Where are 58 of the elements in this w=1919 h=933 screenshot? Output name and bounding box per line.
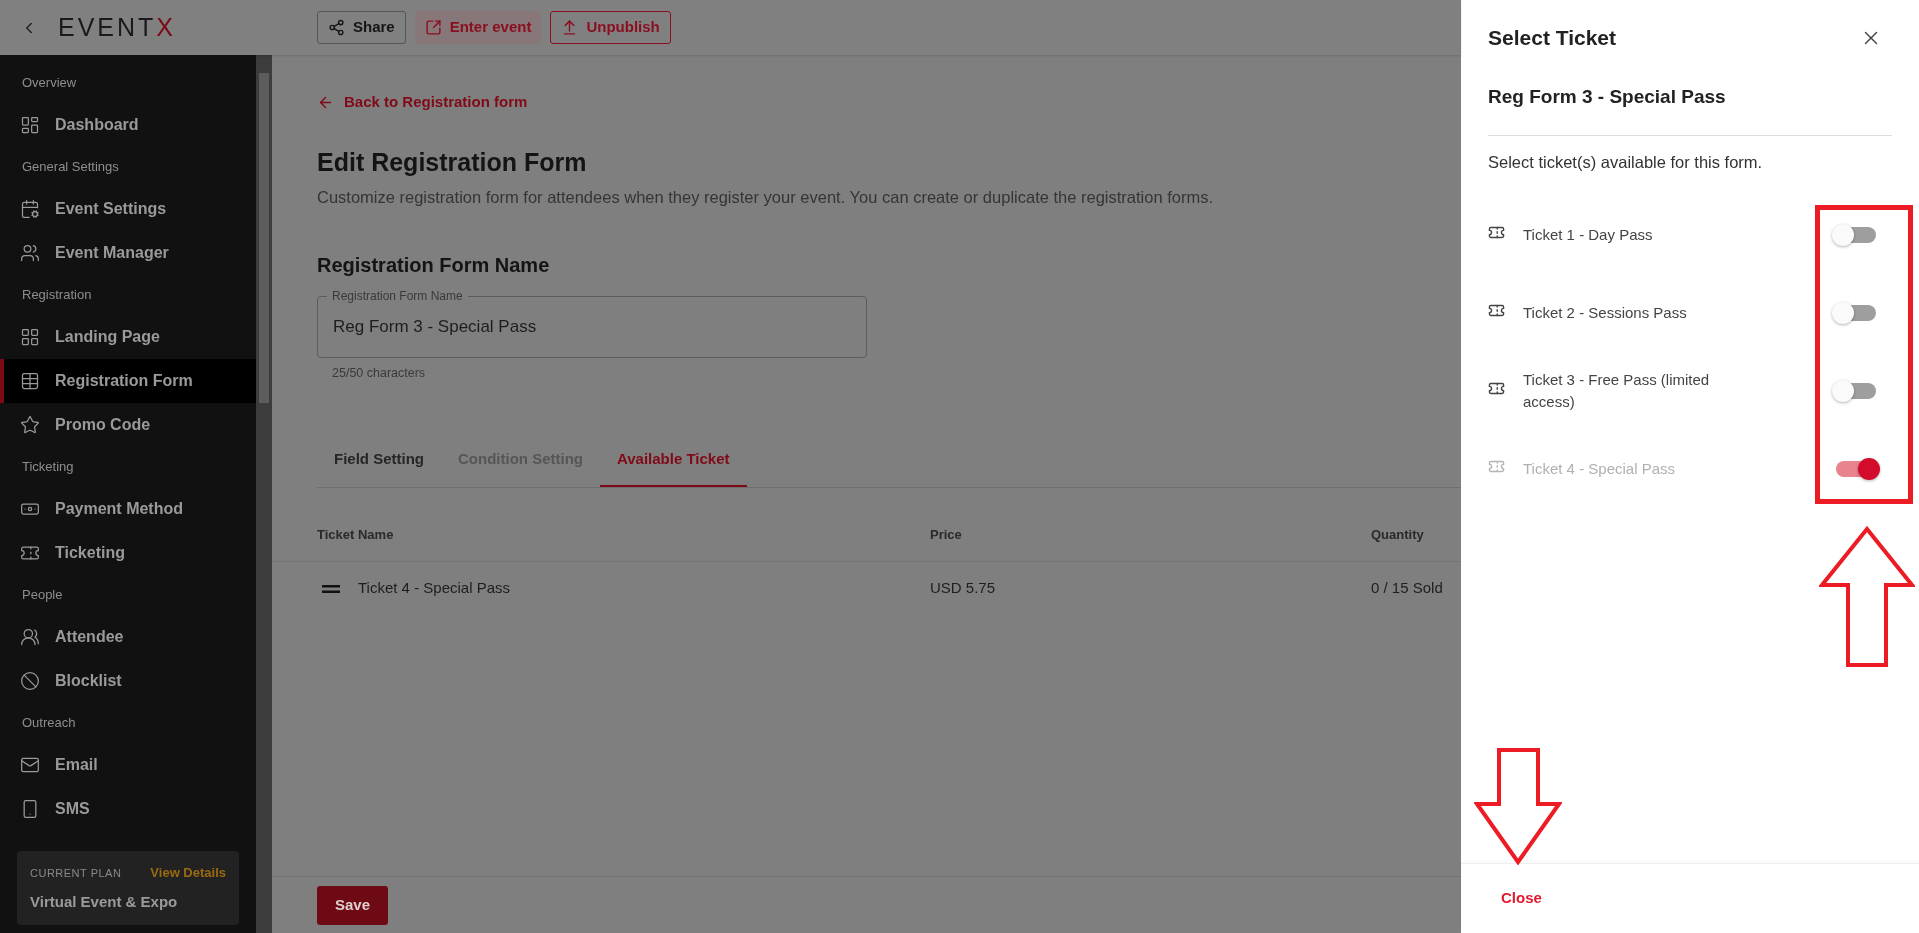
section-label: Ticketing xyxy=(22,458,74,477)
ban-icon xyxy=(20,671,40,691)
arrow-icon xyxy=(1819,526,1915,668)
section-label: General Settings xyxy=(22,158,119,177)
toolbar-icon xyxy=(424,19,442,36)
tab[interactable]: Field Setting xyxy=(317,434,441,487)
instruction-text: Select ticket(s) available for this form. xyxy=(1488,151,1763,173)
team-icon xyxy=(20,243,40,263)
table-cell-text: USD 5.75 xyxy=(930,578,996,599)
sidebar-item[interactable]: Dashboard xyxy=(0,103,256,147)
column-header: Price xyxy=(930,526,962,545)
column-header: Quantity xyxy=(1371,526,1424,545)
scrollbar[interactable] xyxy=(256,55,272,933)
mail-icon xyxy=(20,755,40,775)
ticket-name: Ticket 2 - Sessions Pass xyxy=(1523,303,1688,324)
section-title: Registration Form Name xyxy=(317,252,550,278)
people-icon xyxy=(20,627,40,647)
ticket-name: Ticket 3 - Free Pass (limited access) xyxy=(1523,370,1711,413)
grid-icon xyxy=(20,327,40,347)
section-label: Outreach xyxy=(22,714,76,733)
star-icon xyxy=(20,415,40,435)
sidebar-item[interactable]: SMS xyxy=(0,787,256,831)
ticket-name: Ticket 1 - Day Pass xyxy=(1523,225,1654,246)
dashboard-icon xyxy=(20,115,40,135)
plan-name: Virtual Event & Expo xyxy=(30,891,179,912)
sidebar-item[interactable]: Attendee xyxy=(0,615,256,659)
sidebar-item[interactable]: Landing Page xyxy=(0,315,256,359)
form-name: Reg Form 3 - Special Pass xyxy=(1488,85,1726,109)
sidebar-item[interactable]: Event Settings xyxy=(0,187,256,231)
character-counter: 25/50 characters xyxy=(332,364,426,382)
view-details-link[interactable]: View Details xyxy=(150,863,226,883)
section-label: Registration xyxy=(22,286,92,305)
table-cell-text: Ticket 4 - Special Pass xyxy=(358,578,510,599)
section-label: Overview xyxy=(22,74,77,93)
drag-handle-icon[interactable] xyxy=(322,584,340,593)
save-button[interactable]: Save xyxy=(317,885,389,925)
page-description: Customize registration form for attendees when they register your event. You can create or duplicate the registration forms. xyxy=(317,187,1214,208)
drawer-title: Select Ticket xyxy=(1488,24,1617,51)
toolbar-button[interactable]: Share xyxy=(317,11,406,44)
calendar-icon xyxy=(20,199,40,219)
close-button[interactable]: Close xyxy=(1501,887,1542,910)
sidebar-item[interactable]: Blocklist xyxy=(0,659,256,703)
logo: EVENTX xyxy=(58,15,177,40)
sidebar-item[interactable]: Registration Form xyxy=(0,359,256,403)
toolbar-icon xyxy=(328,19,345,36)
sidebar-item[interactable]: Event Manager xyxy=(0,231,256,275)
sidebar-item[interactable]: Promo Code xyxy=(0,403,256,447)
table-icon xyxy=(20,371,40,391)
sidebar-item[interactable]: Ticketing xyxy=(0,531,256,575)
sidebar-item[interactable]: Email xyxy=(0,743,256,787)
sidebar-item[interactable]: Payment Method xyxy=(0,487,256,531)
plan-caption: CURRENT PLAN xyxy=(30,865,122,881)
table-cell-text: 0 / 15 Sold xyxy=(1371,578,1443,599)
column-header: Ticket Name xyxy=(317,526,394,545)
ticket-name: Ticket 4 - Special Pass xyxy=(1523,459,1676,480)
section-label: People xyxy=(22,586,63,605)
page-title: Edit Registration Form xyxy=(317,146,587,178)
arrow-icon xyxy=(1474,747,1562,865)
